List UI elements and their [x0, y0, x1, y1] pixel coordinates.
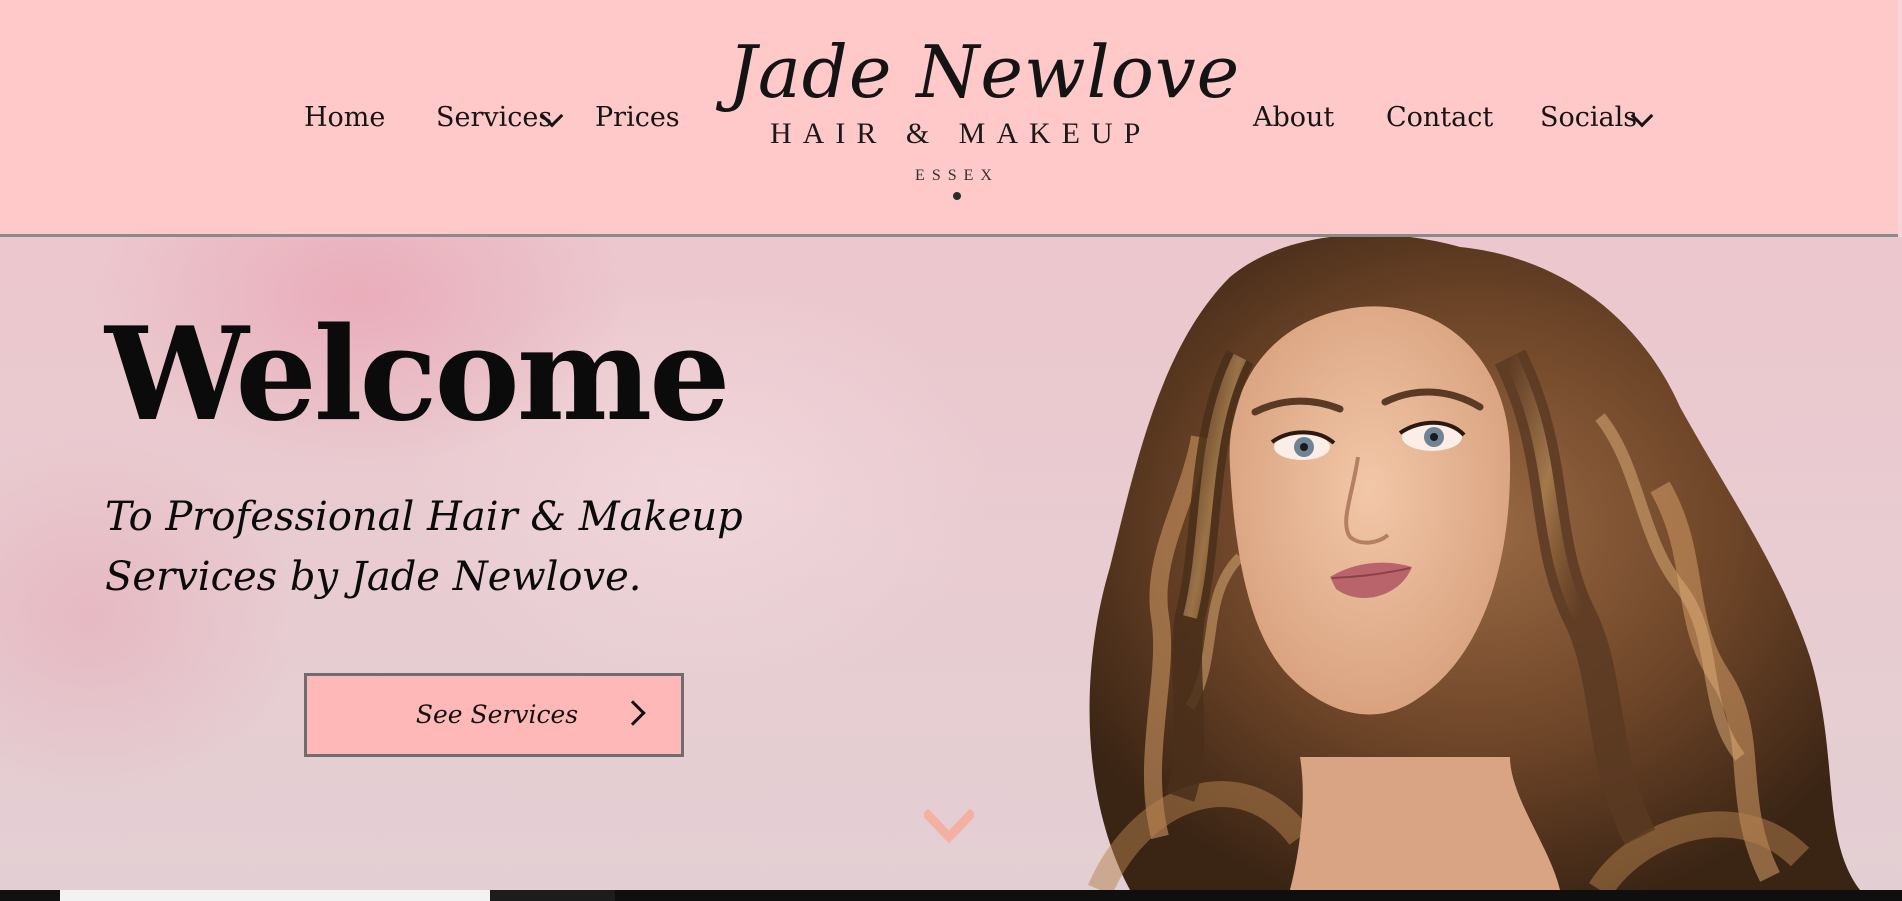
nav-contact-label: Contact: [1386, 102, 1494, 133]
hero-tagline: To Professional Hair & Makeup Services b…: [105, 494, 743, 600]
next-section-strip: [60, 890, 490, 901]
nav-socials[interactable]: Socials: [1540, 98, 1637, 138]
slide-indicator-dot[interactable]: [953, 192, 961, 200]
nav-home[interactable]: Home: [304, 98, 385, 138]
nav-prices[interactable]: Prices: [595, 98, 680, 138]
next-section-strip: [615, 890, 1902, 901]
logo-subtitle: HAIR & MAKEUP: [770, 117, 1152, 150]
nav-prices-label: Prices: [595, 102, 680, 133]
nav-about-label: About: [1253, 102, 1335, 133]
nav-home-label: Home: [304, 102, 386, 133]
hero-heading: Welcome: [105, 300, 731, 450]
next-section-strip: [0, 890, 60, 901]
next-section-strip: [490, 890, 615, 901]
nav-services-label: Services: [436, 102, 553, 133]
nav-socials-label: Socials: [1540, 102, 1638, 133]
chevron-down-icon[interactable]: [924, 803, 974, 853]
site-header: Home Services Prices Jade Newlove HAIR &…: [0, 0, 1898, 237]
nav-contact[interactable]: Contact: [1386, 98, 1493, 138]
logo-location: ESSEX: [915, 167, 999, 184]
hero-section: Welcome To Professional Hair & Makeup Se…: [0, 237, 1902, 890]
hero-portrait-image: [1088, 237, 1860, 890]
nav-services[interactable]: Services: [436, 98, 552, 138]
logo-name: Jade Newlove: [728, 30, 1241, 114]
nav-about[interactable]: About: [1253, 98, 1334, 138]
